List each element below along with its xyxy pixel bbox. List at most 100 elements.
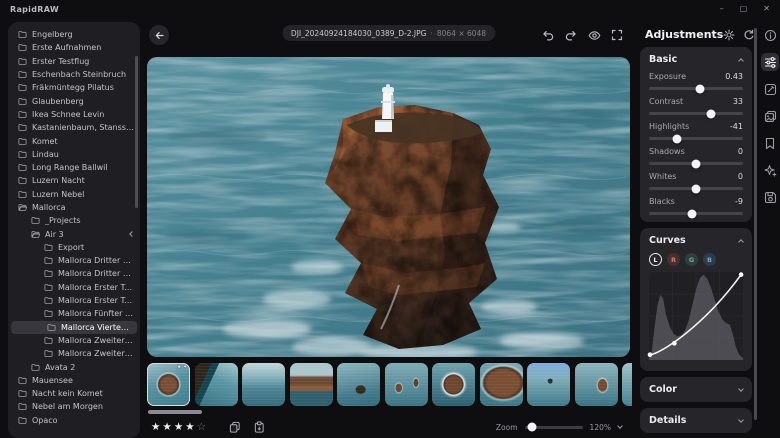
info-tab[interactable] [761, 26, 779, 44]
folder-label: Mallorca Erster Ta… [58, 296, 134, 305]
preview-original-button[interactable] [587, 28, 601, 42]
sidebar-item[interactable]: Glaubenberg [8, 94, 140, 107]
details-section-header[interactable]: Details [649, 415, 743, 426]
filmstrip-thumbnail[interactable] [195, 363, 238, 406]
slider-handle[interactable] [695, 84, 704, 93]
star-filled-icon[interactable]: ★ [174, 421, 184, 433]
star-filled-icon[interactable]: ★ [162, 421, 172, 433]
sidebar-item[interactable]: Ikea Schnee Levin [8, 108, 140, 121]
curves-section-header[interactable]: Curves [649, 235, 743, 246]
fullscreen-button[interactable] [610, 28, 624, 42]
slider-track[interactable] [649, 162, 743, 165]
tone-curve-graph[interactable] [649, 272, 743, 360]
sidebar-item[interactable]: Engelberg [8, 28, 140, 41]
sidebar-item[interactable]: Mallorca Fünfter T… [8, 307, 140, 320]
star-empty-icon[interactable]: ☆ [197, 421, 207, 433]
slider-handle[interactable] [688, 209, 697, 218]
sidebar-item[interactable]: Fräkmüntegg Pilatus [8, 81, 140, 94]
sidebar-item[interactable]: Long Range Ballwil [8, 161, 140, 174]
slider-track[interactable] [649, 112, 743, 115]
sidebar-item[interactable]: Kastanienbaum, Stanssta… [8, 121, 140, 134]
back-button[interactable] [149, 25, 169, 45]
close-button[interactable]: ✕ [763, 5, 770, 13]
sidebar-item[interactable]: Air 3 [8, 227, 140, 240]
slider-handle[interactable] [673, 134, 682, 143]
filmstrip-thumbnail[interactable]: ★✦ [147, 363, 190, 406]
adjustments-tab[interactable] [761, 53, 779, 71]
collapse-chevron-icon[interactable] [129, 231, 135, 237]
filmstrip-thumbnail[interactable] [290, 363, 333, 406]
slider-handle[interactable] [692, 159, 701, 168]
zoom-slider[interactable] [525, 426, 583, 429]
sidebar-item[interactable]: Lindau [8, 148, 140, 161]
filmstrip-scrollbar[interactable] [148, 410, 202, 414]
folder-icon [18, 402, 27, 411]
filmstrip-thumbnail[interactable] [575, 363, 618, 406]
zoom-slider-handle[interactable] [527, 423, 536, 432]
filmstrip-thumbnail[interactable] [432, 363, 475, 406]
panel-scrollbar[interactable] [754, 28, 757, 420]
channel-button-b[interactable]: B [703, 253, 716, 266]
sidebar-item[interactable]: Mallorca Zweiter T… [8, 334, 140, 347]
sidebar-item[interactable]: Mallorca Erster Ta… [8, 294, 140, 307]
slider-track[interactable] [649, 137, 743, 140]
minimize-button[interactable]: – [720, 5, 724, 13]
slider-track[interactable] [649, 187, 743, 190]
sidebar-item[interactable]: Mallorca Dritter Ta… [8, 254, 140, 267]
sidebar-item[interactable]: Nebel am Morgen [8, 400, 140, 413]
filmstrip-thumbnail[interactable] [337, 363, 380, 406]
star-filled-icon[interactable]: ★ [185, 421, 195, 433]
sidebar-item[interactable]: Erste Aufnahmen [8, 41, 140, 54]
undo-button[interactable] [541, 28, 555, 42]
sidebar-item[interactable]: _Projects [8, 214, 140, 227]
copy-settings-button[interactable] [229, 421, 241, 433]
sidebar-item[interactable]: Luzern Nacht [8, 174, 140, 187]
star-filled-icon[interactable]: ★ [151, 421, 161, 433]
export-tab[interactable] [761, 188, 779, 206]
sidebar-item[interactable]: Mallorca Dritter Ta… [8, 267, 140, 280]
filmstrip-thumbnail[interactable] [385, 363, 428, 406]
sidebar-item[interactable]: Mallorca Vierter T… [11, 321, 137, 334]
sidebar-item[interactable]: Luzern Nebel [8, 188, 140, 201]
maximize-button[interactable]: ▢ [740, 5, 748, 13]
presets-tab[interactable] [761, 134, 779, 152]
slider-track[interactable] [649, 212, 743, 215]
sidebar-item[interactable]: Erster Testflug [8, 55, 140, 68]
slider-handle[interactable] [692, 184, 701, 193]
channel-button-g[interactable]: G [685, 253, 698, 266]
sidebar-scrollbar[interactable] [135, 56, 138, 208]
redo-button[interactable] [564, 28, 578, 42]
channel-button-l[interactable]: L [649, 253, 662, 266]
filmstrip-thumbnail[interactable] [527, 363, 570, 406]
crop-tab[interactable] [761, 80, 779, 98]
filmstrip-thumbnail[interactable] [480, 363, 523, 406]
star-rating[interactable]: ★★★★☆ [151, 421, 207, 433]
sidebar-item[interactable]: Mallorca Erster Ta… [8, 281, 140, 294]
sidebar-item[interactable]: Mallorca Zweiter T… [8, 347, 140, 360]
channel-button-r[interactable]: R [667, 253, 680, 266]
settings-gear-icon[interactable] [723, 29, 735, 41]
paste-settings-button[interactable] [253, 421, 265, 433]
filmstrip-thumbnail[interactable] [622, 363, 632, 406]
filmstrip-thumbnail[interactable] [242, 363, 285, 406]
folder-label: Ikea Schnee Levin [32, 110, 104, 119]
sidebar-item[interactable]: Avata 2 [8, 360, 140, 373]
color-section-header[interactable]: Color [649, 384, 743, 395]
sidebar-item[interactable]: Mallorca [8, 201, 140, 214]
sidebar-item[interactable]: Mauensee [8, 374, 140, 387]
sidebar-item[interactable]: Opaco [8, 414, 140, 427]
masks-tab[interactable] [761, 107, 779, 125]
ai-tab[interactable] [761, 161, 779, 179]
sidebar-item[interactable]: Export [8, 241, 140, 254]
slider-handle[interactable] [707, 109, 716, 118]
sidebar-item[interactable]: Eschenbach Steinbruch [8, 68, 140, 81]
slider-track[interactable] [649, 87, 743, 90]
zoom-dropdown-chevron-icon[interactable] [617, 423, 623, 429]
folder-label: Mauensee [32, 376, 73, 385]
main-photo-canvas[interactable] [147, 57, 630, 357]
image-title-pill: DJI_20240924184030_0389_D-2.JPG · 8064 ×… [282, 25, 495, 41]
sidebar-item[interactable]: Komet [8, 134, 140, 147]
basic-section-header[interactable]: Basic [649, 54, 743, 65]
sidebar-item[interactable]: Nacht kein Komet [8, 387, 140, 400]
ai-sparkle-icon [764, 164, 777, 177]
